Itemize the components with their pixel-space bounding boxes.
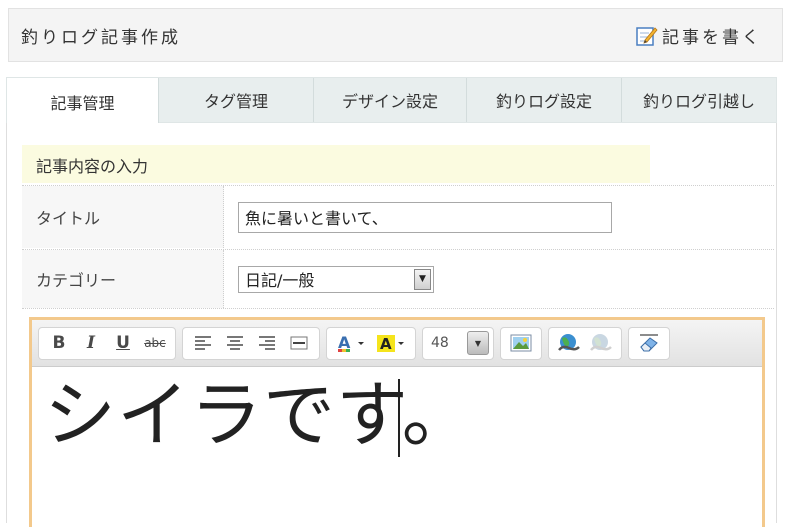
write-article-label: 記事を書く	[662, 28, 762, 48]
highlight-color-icon: A	[377, 335, 404, 353]
category-label: カテゴリー	[22, 250, 224, 308]
tab-article-management[interactable]: 記事管理	[7, 78, 159, 124]
tab-tag-management[interactable]: タグ管理	[159, 78, 314, 122]
font-size-value: 48	[431, 335, 449, 351]
article-form-panel: 記事内容の入力 タイトル カテゴリー 日記/一般 ▼ B I U abc	[6, 123, 777, 527]
link-group	[548, 326, 622, 360]
align-center-button[interactable]	[219, 329, 251, 357]
svg-text:A: A	[380, 335, 392, 353]
font-color-button[interactable]: A	[331, 329, 371, 357]
title-input[interactable]	[238, 201, 612, 233]
unlink-globe-icon	[590, 334, 612, 351]
link-globe-icon	[558, 334, 580, 351]
horizontal-rule-icon	[290, 336, 308, 350]
category-selected-value: 日記/一般	[245, 271, 315, 290]
tab-design-settings[interactable]: デザイン設定	[314, 78, 467, 122]
align-center-icon	[227, 336, 243, 350]
font-color-icon: A	[338, 333, 364, 352]
editor-content-text: シイラです。	[44, 373, 475, 457]
category-row: カテゴリー 日記/一般 ▼	[22, 249, 774, 309]
underline-button[interactable]: U	[107, 329, 139, 357]
section-heading: 記事内容の入力	[22, 145, 650, 183]
chevron-down-icon: ▼	[414, 268, 431, 290]
image-group	[500, 326, 542, 360]
page-header: 釣りログ記事作成 記事を書く	[8, 8, 783, 62]
eraser-icon	[640, 334, 658, 352]
editor-content-area[interactable]: シイラです。	[32, 367, 762, 527]
page-title: 釣りログ記事作成	[21, 28, 181, 48]
chevron-down-icon[interactable]: ▼	[467, 331, 489, 355]
remove-link-button[interactable]	[585, 329, 617, 357]
insert-link-button[interactable]	[553, 329, 585, 357]
text-style-group: B I U abc	[38, 326, 176, 360]
align-left-button[interactable]	[187, 329, 219, 357]
title-row: タイトル	[22, 185, 774, 248]
insert-image-button[interactable]	[505, 329, 537, 357]
clear-format-group	[628, 326, 670, 360]
horizontal-rule-button[interactable]	[283, 329, 315, 357]
rich-text-editor: B I U abc A A 48 ▼ シイラです。	[29, 317, 765, 527]
tab-fishing-log-migration[interactable]: 釣りログ引越し	[622, 78, 776, 122]
italic-button[interactable]: I	[75, 329, 107, 357]
image-icon	[510, 334, 532, 352]
font-size-group[interactable]: 48 ▼	[422, 326, 494, 360]
clear-format-button[interactable]	[633, 329, 665, 357]
align-right-icon	[259, 336, 275, 350]
text-cursor	[398, 379, 400, 457]
alignment-group	[182, 326, 320, 360]
pencil-note-icon	[636, 25, 658, 47]
align-left-icon	[195, 336, 211, 350]
tab-fishing-log-settings[interactable]: 釣りログ設定	[467, 78, 622, 122]
tab-bar: 記事管理 タグ管理 デザイン設定 釣りログ設定 釣りログ引越し	[6, 77, 777, 124]
color-group: A A	[326, 326, 416, 360]
highlight-color-button[interactable]: A	[371, 329, 411, 357]
category-select[interactable]: 日記/一般 ▼	[238, 265, 434, 293]
strikethrough-button[interactable]: abc	[139, 329, 171, 357]
align-right-button[interactable]	[251, 329, 283, 357]
title-label: タイトル	[22, 186, 224, 248]
bold-button[interactable]: B	[43, 329, 75, 357]
write-article-link[interactable]: 記事を書く	[636, 23, 762, 48]
editor-toolbar: B I U abc A A 48 ▼	[32, 320, 762, 367]
